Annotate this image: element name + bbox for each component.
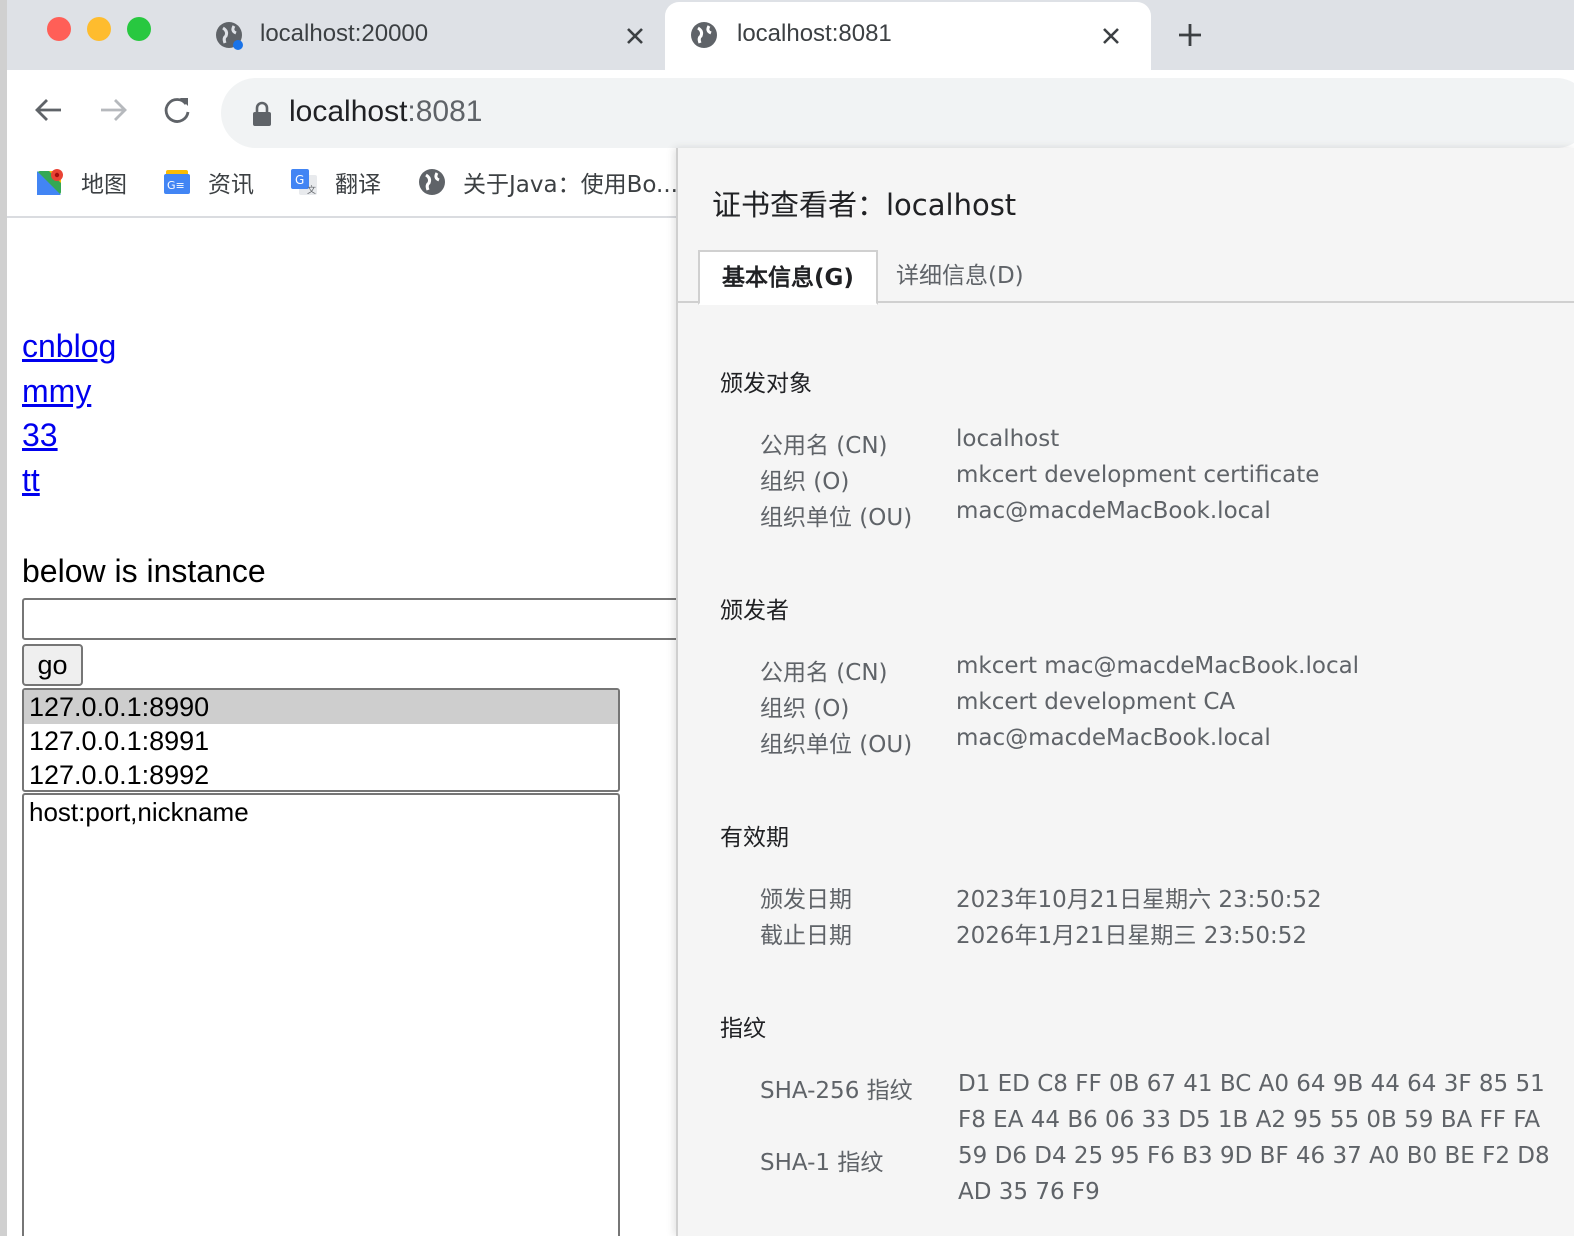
bookmark-java[interactable]: 关于Java：使用Bo... xyxy=(417,162,678,202)
server-select-list[interactable]: 127.0.0.1:8990 127.0.0.1:8991 127.0.0.1:… xyxy=(22,688,620,792)
server-option[interactable]: 127.0.0.1:8990 xyxy=(24,690,618,724)
server-option[interactable]: 127.0.0.1:8991 xyxy=(24,724,618,758)
field-value: mac@macdeMacBook.local xyxy=(956,725,1271,751)
close-icon[interactable] xyxy=(620,21,650,51)
section-issued-by: 颁发者 xyxy=(720,598,789,624)
reload-icon[interactable] xyxy=(161,94,193,126)
field-label: 组织单位 (OU) xyxy=(760,732,913,758)
globe-icon xyxy=(419,169,445,195)
tab-general[interactable]: 基本信息(G) xyxy=(698,250,878,305)
field-label: 组织 (O) xyxy=(760,469,850,495)
sha1-value-line2: AD 35 76 F9 xyxy=(958,1179,1100,1205)
maps-icon xyxy=(37,169,63,195)
url-text: localhost:8081 xyxy=(289,95,482,129)
host-textarea[interactable]: host:port,nickname xyxy=(22,793,620,1236)
section-validity: 有效期 xyxy=(720,825,789,851)
server-option[interactable]: 127.0.0.1:8992 xyxy=(24,758,618,790)
minimize-window-button[interactable] xyxy=(87,17,111,41)
tab-localhost-8081[interactable]: localhost:8081 xyxy=(665,2,1151,70)
bookmark-label: 翻译 xyxy=(335,172,381,198)
lock-icon[interactable] xyxy=(249,100,275,128)
tab-strip: localhost:20000 localhost:8081 xyxy=(7,0,1574,70)
svg-text:G: G xyxy=(295,173,304,187)
section-fingerprints: 指纹 xyxy=(720,1016,766,1042)
svg-text:G≡: G≡ xyxy=(167,179,185,192)
news-icon: G≡ xyxy=(164,170,190,194)
url-host: localhost xyxy=(289,95,408,128)
window-edge xyxy=(0,0,7,1236)
link-cnblog[interactable]: cnblog xyxy=(22,328,116,365)
go-button[interactable]: go xyxy=(22,644,83,686)
bookmark-translate[interactable]: G 文 翻译 xyxy=(289,162,381,202)
link-33[interactable]: 33 xyxy=(22,417,58,454)
back-icon[interactable] xyxy=(33,94,65,126)
bookmark-label: 关于Java：使用Bo... xyxy=(463,172,678,198)
toolbar: localhost:8081 xyxy=(7,70,1574,148)
sha1-value-line1: 59 D6 D4 25 95 F6 B3 9D BF 46 37 A0 B0 B… xyxy=(958,1143,1550,1169)
globe-icon xyxy=(691,22,717,48)
sha1-label: SHA-1 指纹 xyxy=(760,1150,884,1176)
field-value: mkcert mac@macdeMacBook.local xyxy=(956,653,1360,679)
bookmark-maps[interactable]: 地图 xyxy=(35,162,127,202)
close-window-button[interactable] xyxy=(47,17,71,41)
forward-icon[interactable] xyxy=(97,94,129,126)
instance-input[interactable] xyxy=(22,598,687,640)
field-value: 2023年10月21日星期六 23:50:52 xyxy=(956,887,1322,913)
close-icon[interactable] xyxy=(1096,21,1126,51)
new-tab-icon[interactable] xyxy=(1175,20,1205,50)
address-bar[interactable]: localhost:8081 xyxy=(221,78,1574,148)
sha256-label: SHA-256 指纹 xyxy=(760,1078,913,1104)
field-value: 2026年1月21日星期三 23:50:52 xyxy=(956,923,1308,949)
section-issued-to: 颁发对象 xyxy=(720,371,812,397)
field-label: 截止日期 xyxy=(760,923,852,949)
field-value: localhost xyxy=(956,426,1060,452)
link-mmy[interactable]: mmy xyxy=(22,373,91,410)
tab-title: localhost:20000 xyxy=(260,20,429,47)
bookmark-news[interactable]: G≡ 资讯 xyxy=(162,162,254,202)
field-label: 公用名 (CN) xyxy=(760,660,888,686)
bookmark-label: 资讯 xyxy=(208,172,254,198)
tab-details[interactable]: 详细信息(D) xyxy=(874,250,1046,303)
field-value: mkcert development CA xyxy=(956,689,1236,715)
translate-icon: G 文 xyxy=(291,169,317,196)
field-label: 公用名 (CN) xyxy=(760,433,888,459)
sha256-value-line2: F8 EA 44 B6 06 33 D5 1B A2 95 55 0B 59 B… xyxy=(958,1107,1541,1133)
instance-heading: below is instance xyxy=(22,553,266,589)
field-value: mkcert development certificate xyxy=(956,462,1320,488)
field-label: 组织 (O) xyxy=(760,696,850,722)
url-port: :8081 xyxy=(407,95,483,128)
sha256-value-line1: D1 ED C8 FF 0B 67 41 BC A0 64 9B 44 64 3… xyxy=(958,1071,1545,1097)
field-value: mac@macdeMacBook.local xyxy=(956,498,1271,524)
tab-localhost-20000[interactable]: localhost:20000 xyxy=(205,0,667,70)
link-tt[interactable]: tt xyxy=(22,462,40,499)
field-label: 组织单位 (OU) xyxy=(760,505,913,531)
bookmark-label: 地图 xyxy=(81,172,127,198)
page-content: cnblog mmy 33 tt below is instance go 12… xyxy=(7,220,687,1236)
cert-tab-bar: 基本信息(G) 详细信息(D) xyxy=(678,250,1574,305)
globe-icon xyxy=(216,22,243,50)
field-label: 颁发日期 xyxy=(760,887,852,913)
certificate-viewer-dialog: 证书查看者：localhost 基本信息(G) 详细信息(D) 颁发对象 公用名… xyxy=(676,148,1574,1236)
svg-text:文: 文 xyxy=(307,184,316,196)
dialog-title: 证书查看者：localhost xyxy=(712,188,1017,222)
zoom-window-button[interactable] xyxy=(127,17,151,41)
tab-title: localhost:8081 xyxy=(737,20,892,47)
